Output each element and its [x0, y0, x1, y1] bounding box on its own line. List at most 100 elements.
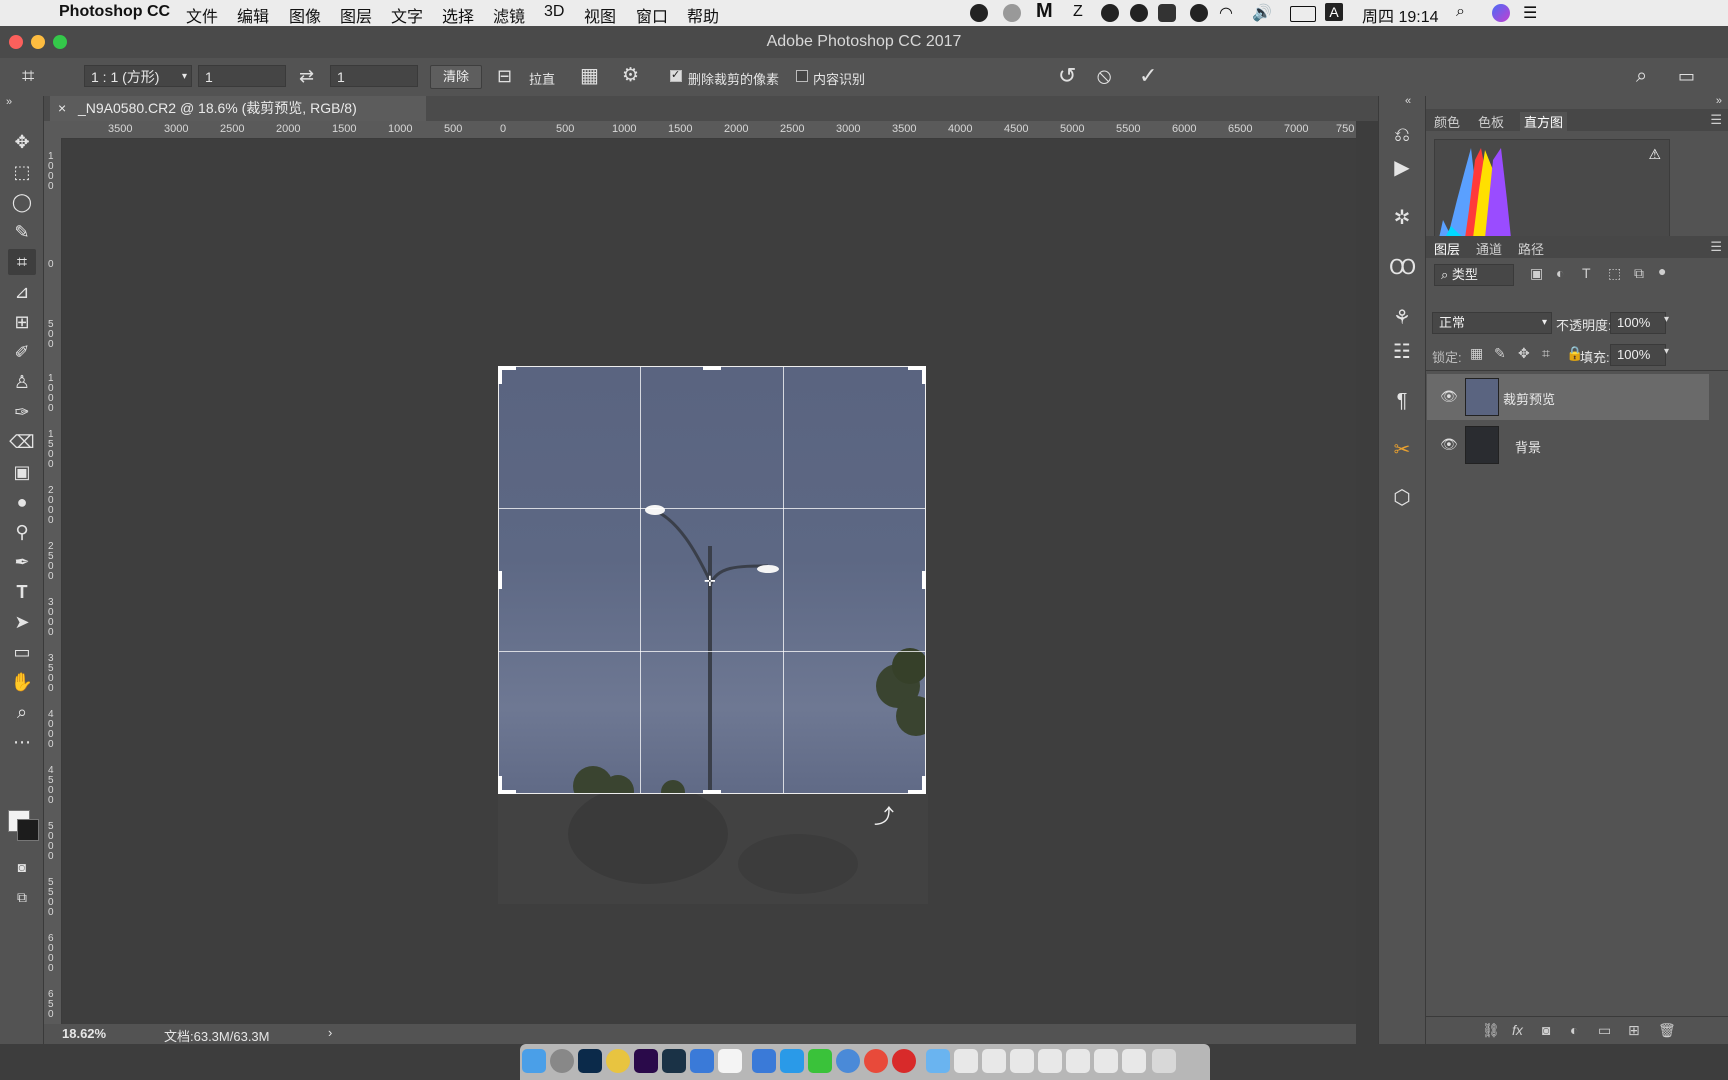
cloud-icon[interactable]	[1003, 4, 1021, 22]
menu-file[interactable]: 文件	[186, 3, 218, 27]
finder-icon[interactable]	[522, 1049, 546, 1073]
healing-icon[interactable]: ⊞	[8, 309, 36, 335]
menu-filter[interactable]: 滤镜	[493, 3, 525, 27]
reset-icon[interactable]: ↺	[1058, 64, 1076, 88]
3d-icon[interactable]: ⬡	[1389, 485, 1415, 511]
notification-center-icon[interactable]: ☰	[1523, 3, 1537, 23]
zotero-icon[interactable]: Z	[1073, 3, 1083, 21]
document-icon[interactable]	[1094, 1049, 1118, 1073]
straighten-icon[interactable]: ⊟	[497, 64, 512, 88]
commit-crop-icon[interactable]: ✓	[1139, 64, 1157, 88]
clear-button[interactable]: 清除	[430, 65, 482, 89]
new-group-icon[interactable]: ▭	[1598, 1022, 1611, 1039]
crop-handle-top-right[interactable]	[922, 366, 926, 384]
tab-layers[interactable]: 图层	[1434, 239, 1460, 258]
tab-swatches[interactable]: 色板	[1478, 112, 1504, 131]
quick-mask-icon[interactable]: ◙	[8, 854, 36, 880]
chevron-down-icon[interactable]: ▾	[1664, 314, 1669, 325]
marquee-icon[interactable]: ⬚	[8, 159, 36, 185]
paragraph-icon[interactable]: ¶	[1389, 388, 1415, 414]
baidu-icon[interactable]	[752, 1049, 776, 1073]
link-layers-icon[interactable]: ⛓	[1482, 1022, 1500, 1039]
g-app-icon[interactable]	[864, 1049, 888, 1073]
menu-window[interactable]: 窗口	[636, 3, 668, 27]
menu-app-name[interactable]: Photoshop CC	[59, 3, 170, 21]
gradient-icon[interactable]: ▣	[8, 459, 36, 485]
menu-edit[interactable]: 编辑	[237, 3, 269, 27]
panel-menu-icon[interactable]: ☰	[1710, 239, 1722, 255]
document-icon[interactable]	[1122, 1049, 1146, 1073]
lock-artboard-icon[interactable]: ⌗	[1542, 345, 1550, 362]
crop-preview-image[interactable]: ✛	[498, 366, 926, 794]
crop-handle-bottom-right[interactable]	[922, 776, 926, 794]
swap-icon[interactable]: ⇄	[299, 64, 314, 88]
properties-icon[interactable]: ☷	[1389, 339, 1415, 365]
input-method-icon[interactable]: A	[1325, 3, 1343, 21]
lightroom-icon[interactable]	[662, 1049, 686, 1073]
blend-mode-select[interactable]: 正常 ▾	[1432, 312, 1552, 334]
zoom-level[interactable]: 18.62%	[62, 1026, 106, 1041]
settings-gear-icon[interactable]: ⚙	[622, 64, 639, 88]
lock-image-icon[interactable]: ✎	[1494, 345, 1506, 362]
wechat-icon[interactable]	[1158, 4, 1176, 22]
pen-icon[interactable]: ✒	[8, 549, 36, 575]
premiere-icon[interactable]	[634, 1049, 658, 1073]
menu-select[interactable]: 选择	[442, 3, 474, 27]
g-circle-icon[interactable]	[1101, 4, 1119, 22]
zoom-icon[interactable]: ⌕	[8, 699, 36, 725]
background-color-swatch[interactable]	[17, 819, 39, 841]
menu-3d[interactable]: 3D	[544, 3, 564, 21]
folder-icon[interactable]	[926, 1049, 950, 1073]
adjust-icon[interactable]: ✲	[1389, 205, 1415, 231]
aspect-ratio-select[interactable]: 1 : 1 (方形) ▾	[84, 65, 192, 87]
brush-settings-icon[interactable]: ⚘	[1389, 305, 1415, 331]
document-icon[interactable]	[1038, 1049, 1062, 1073]
launchpad-icon[interactable]	[550, 1049, 574, 1073]
overlay-grid-icon[interactable]: ▦	[580, 64, 599, 88]
cancel-crop-icon[interactable]: ⦸	[1097, 64, 1111, 88]
rectangle-icon[interactable]: ▭	[8, 639, 36, 665]
workspace-icon[interactable]: ▭	[1678, 64, 1695, 88]
tab-paths[interactable]: 路径	[1518, 239, 1544, 258]
document-icon[interactable]	[1066, 1049, 1090, 1073]
menu-type[interactable]: 文字	[391, 3, 423, 27]
delete-cropped-checkbox[interactable]	[670, 68, 682, 82]
hand-icon[interactable]: ✋	[8, 669, 36, 695]
actions-icon[interactable]: ▶	[1389, 155, 1415, 181]
document-icon[interactable]	[954, 1049, 978, 1073]
notes-icon[interactable]	[718, 1049, 742, 1073]
siri-icon[interactable]	[1492, 4, 1510, 22]
move-icon[interactable]: ✥	[8, 129, 36, 155]
crop-handle-right[interactable]	[922, 571, 926, 589]
screen-mode-icon[interactable]: ⧉	[8, 884, 36, 910]
c-circle-icon[interactable]	[1130, 4, 1148, 22]
menu-help[interactable]: 帮助	[687, 3, 719, 27]
expand-icon[interactable]: «	[1405, 95, 1411, 107]
more-icon[interactable]: ⋯	[8, 729, 36, 755]
fx-icon[interactable]: fx	[1512, 1022, 1523, 1038]
panel-menu-icon[interactable]: ☰	[1710, 112, 1722, 128]
filter-type-icon[interactable]: T	[1582, 265, 1591, 281]
search-icon[interactable]: ⌕	[1636, 64, 1647, 88]
brush-icon[interactable]: ✐	[8, 339, 36, 365]
battery-icon[interactable]	[1290, 6, 1316, 22]
new-layer-icon[interactable]: ⊞	[1628, 1022, 1640, 1039]
add-mask-icon[interactable]: ◙	[1542, 1022, 1550, 1038]
filter-smart-object-icon[interactable]: ⧉	[1634, 265, 1644, 282]
crop-handle-top[interactable]	[703, 366, 721, 370]
trash-icon[interactable]: 🗑	[1658, 1022, 1676, 1039]
character-icon[interactable]: Ꝏ	[1389, 255, 1416, 281]
menu-image[interactable]: 图像	[289, 3, 321, 27]
safari-icon[interactable]	[836, 1049, 860, 1073]
adjustment-layer-icon[interactable]: ◐	[1570, 1022, 1578, 1038]
filter-toggle-icon[interactable]: ●	[1658, 263, 1666, 279]
tab-histogram[interactable]: 直方图	[1520, 112, 1568, 131]
visibility-eye-icon[interactable]: 👁	[1440, 436, 1458, 453]
trash-icon[interactable]	[1152, 1049, 1176, 1073]
path-select-icon[interactable]: ➤	[8, 609, 36, 635]
stamp-icon[interactable]: ♙	[8, 369, 36, 395]
width-field[interactable]: 1	[198, 65, 286, 87]
history-icon[interactable]: ⎌	[1389, 122, 1415, 148]
record-icon[interactable]	[970, 4, 988, 22]
layer-filter-select[interactable]: ⌕ 类型	[1434, 264, 1514, 286]
